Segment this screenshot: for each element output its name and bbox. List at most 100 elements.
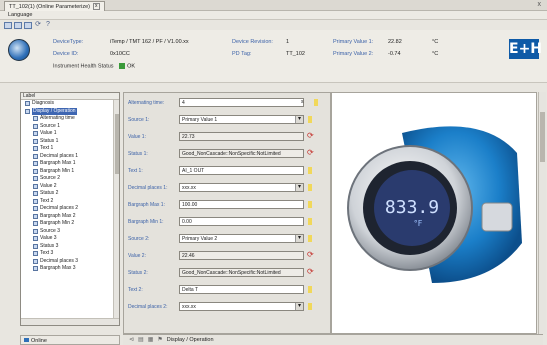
text-2-input[interactable]: Delta T — [179, 285, 304, 294]
edit-marker-icon — [308, 201, 312, 208]
tree-horizontal-scrollbar[interactable] — [21, 318, 119, 325]
navigation-tree: Diagnosis Display / Operation Alternating … — [21, 100, 119, 273]
refresh-icon[interactable]: ⟳ — [307, 132, 314, 140]
pd-tag-label: PD Tag: — [232, 51, 252, 57]
alternating-time-input[interactable]: 4 — [179, 98, 304, 107]
edit-marker-icon — [308, 218, 312, 225]
print-icon[interactable]: ▦ — [148, 335, 154, 345]
row-alternating-time: Alternating time: 4 s — [124, 97, 330, 109]
parameter-icon — [33, 206, 38, 212]
device-type-label: DeviceType: — [53, 39, 84, 45]
menu-language[interactable]: Language — [8, 12, 32, 18]
tree-item-label: Status 1 — [40, 137, 59, 144]
bargraph-max-1-input[interactable]: 100.00 — [179, 200, 304, 209]
parameter-icon — [33, 168, 38, 174]
refresh-icon[interactable]: ⟳ — [34, 21, 42, 29]
device-header: DeviceType: iTemp / TMT 162 / PF / V1.00… — [0, 30, 547, 83]
tree-item[interactable]: Text 2 — [21, 198, 119, 206]
tree-item[interactable]: Bargraph Max 2 — [21, 213, 119, 221]
tree-item-label: Text 1 — [40, 145, 54, 151]
row-text-2: Text 2: Delta T — [124, 284, 330, 296]
window-close-icon[interactable]: x — [538, 1, 542, 8]
source-2-select[interactable]: Primary Value 2 — [179, 234, 304, 243]
tab-close-icon[interactable]: x — [93, 3, 100, 10]
tree-item[interactable]: Source 1 — [21, 123, 119, 131]
edit-marker-icon — [308, 303, 312, 310]
tab-bar: TT_102(1) (Online Parameterize) x x — [0, 0, 547, 11]
flag-icon[interactable]: ⚑ — [157, 335, 162, 345]
tree-item[interactable]: Decimal places 1 — [21, 153, 119, 161]
tree-item[interactable]: Value 3 — [21, 235, 119, 243]
breadcrumb: Display / Operation — [166, 336, 214, 343]
tree-item-label: Display / Operation — [32, 107, 77, 115]
refresh-icon[interactable]: ⟳ — [307, 251, 314, 259]
refresh-icon[interactable]: ⟳ — [307, 268, 314, 276]
row-status-2: Status 2: Good_NonCascade::NonSpecific:N… — [124, 267, 330, 279]
help-icon[interactable]: ? — [44, 21, 52, 29]
tree-item[interactable]: Diagnosis — [21, 100, 119, 108]
decimal-places-1-select[interactable]: xxx.xx — [179, 183, 304, 192]
tree-item-label: Status 3 — [40, 242, 59, 249]
tree-item[interactable]: Text 1 — [21, 145, 119, 153]
tree-item[interactable]: Source 2 — [21, 175, 119, 183]
pv2-unit: °C — [432, 51, 439, 57]
tree-item[interactable]: Alternating time — [21, 115, 119, 123]
tree-item[interactable]: Bargraph Min 1 — [21, 168, 119, 176]
source-1-select[interactable]: Primary Value 1 — [179, 115, 304, 124]
parameter-icon — [33, 236, 38, 242]
display-reading: 833.9 — [385, 197, 439, 218]
toolbar-view-icon-1[interactable] — [4, 21, 12, 29]
decimal-places-2-select[interactable]: xxx.xx — [179, 302, 304, 311]
tree-item-label: Status 2 — [40, 190, 59, 196]
tree-item[interactable]: Value 1 — [21, 130, 119, 138]
tree-item[interactable]: Value 2 — [21, 183, 119, 191]
parameter-icon — [33, 191, 38, 197]
tree-item-label: Bargraph Min 2 — [40, 220, 75, 226]
parameter-icon — [33, 116, 38, 122]
pv1-value: 22.82 — [388, 39, 402, 45]
value-2-label: Value 2: — [128, 253, 146, 259]
toolbar-view-icon-3[interactable] — [24, 21, 32, 29]
text-1-label: Text 1: — [128, 168, 143, 174]
tree-item[interactable]: Bargraph Max 3 — [21, 265, 119, 273]
alternating-time-unit: s — [301, 99, 304, 105]
decimal-places-1-label: Decimal places 1: — [128, 185, 168, 191]
toolbar-view-icon-2[interactable] — [14, 21, 22, 29]
tree-vertical-scrollbar[interactable] — [113, 100, 119, 318]
tree-item[interactable]: Decimal places 2 — [21, 205, 119, 213]
source-2-label: Source 2: — [128, 236, 150, 242]
tree-item[interactable]: Status 3 — [21, 243, 119, 251]
bargraph-min-1-input[interactable]: 0.00 — [179, 217, 304, 226]
parameter-icon — [33, 131, 38, 137]
ok-status-icon — [119, 63, 126, 69]
tree-item[interactable]: Status 1 — [21, 138, 119, 146]
revision-label: Device Revision: — [232, 39, 273, 45]
tab-online-parameterize[interactable]: TT_102(1) (Online Parameterize) x — [4, 1, 105, 11]
revision-value: 1 — [286, 39, 290, 45]
edit-marker-icon — [308, 286, 312, 293]
value-1-field: 22.73 — [179, 132, 304, 141]
refresh-icon[interactable]: ⟳ — [307, 149, 314, 157]
parameter-icon — [33, 213, 38, 219]
tree-header: Label — [21, 93, 119, 100]
tree-item[interactable]: Bargraph Min 2 — [21, 220, 119, 228]
edit-marker-icon — [308, 235, 312, 242]
tree-item-label: Source 3 — [40, 227, 61, 234]
tree-item[interactable]: Text 3 — [21, 250, 119, 258]
text-1-input[interactable]: AI_1 OUT — [179, 166, 304, 175]
tree-item[interactable]: Bargraph Max 1 — [21, 160, 119, 168]
tree-item-label: Diagnosis — [32, 100, 54, 106]
device-image-icon — [8, 39, 30, 61]
health-value: OK — [127, 63, 136, 70]
parameter-icon — [33, 161, 38, 167]
tree-item[interactable]: Status 2 — [21, 190, 119, 198]
tree-item[interactable]: Source 3 — [21, 228, 119, 236]
parameter-icon — [33, 153, 38, 159]
save-icon[interactable]: ▤ — [138, 335, 144, 345]
menu-bar: Language — [0, 11, 547, 20]
tree-item[interactable]: Display / Operation — [21, 107, 119, 115]
edit-marker-icon — [308, 116, 312, 123]
back-icon[interactable]: ⊲ — [129, 335, 134, 345]
tree-item[interactable]: Decimal places 3 — [21, 258, 119, 266]
main-vertical-scrollbar[interactable] — [538, 92, 546, 334]
